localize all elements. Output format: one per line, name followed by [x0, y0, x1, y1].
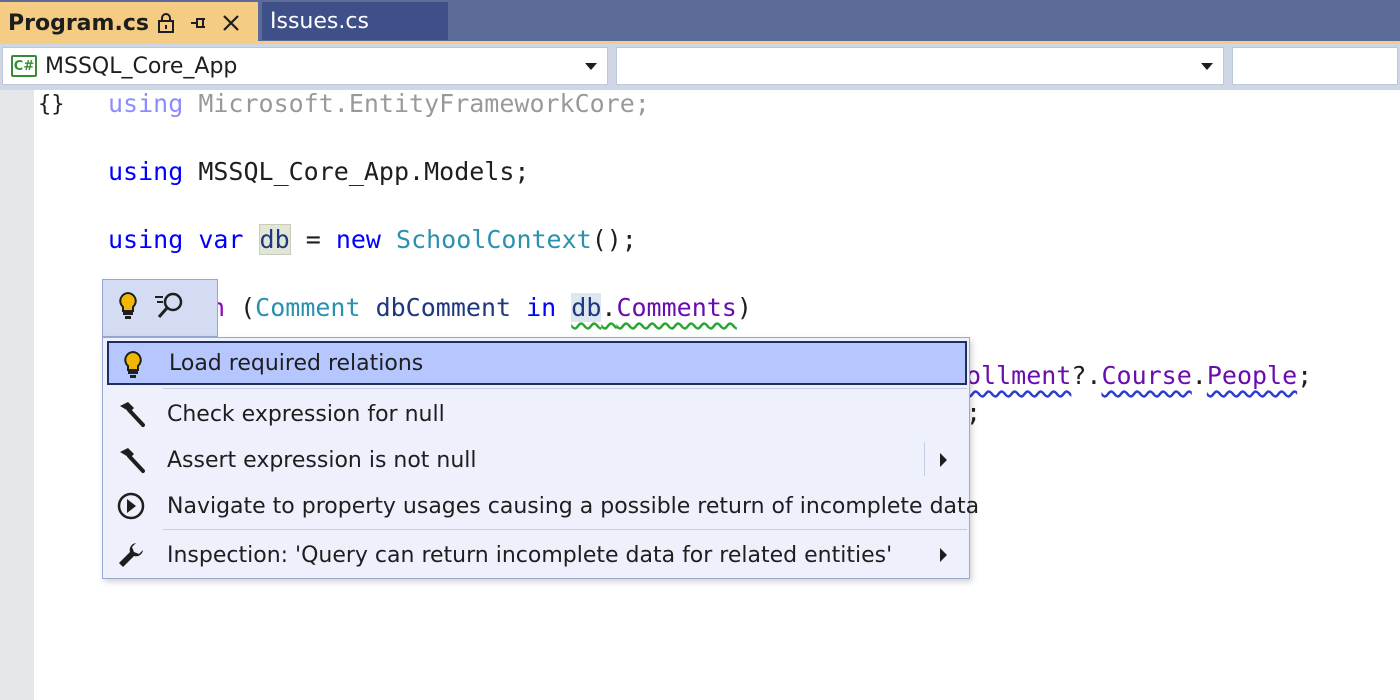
menu-item-label: Navigate to property usages causing a po…: [167, 493, 980, 519]
chevron-right-icon[interactable]: [940, 453, 947, 467]
quick-actions-menu: Load required relations Check expression…: [102, 337, 979, 579]
code-text: ();: [591, 225, 637, 254]
code-text: ?.: [1071, 361, 1102, 390]
keyword: in: [526, 293, 557, 322]
project-combo-value: MSSQL_Core_App: [45, 53, 238, 79]
menu-item-inspection[interactable]: Inspection: 'Query can return incomplete…: [107, 533, 967, 577]
member-combo[interactable]: [616, 47, 1224, 85]
menu-separator: [163, 388, 967, 389]
variable-db: db: [258, 224, 291, 255]
namespace-braces-icon: {}: [38, 92, 65, 117]
tab-issues-cs[interactable]: Issues.cs: [262, 2, 448, 40]
code-text: =: [290, 225, 336, 254]
variable-name: dbComment: [360, 293, 527, 322]
code-text: ): [736, 293, 752, 322]
menu-item-check-expression-for-null[interactable]: Check expression for null: [107, 392, 967, 436]
wrench-icon: [115, 540, 147, 570]
quick-actions-button[interactable]: [102, 279, 218, 337]
submenu-divider: [924, 442, 925, 476]
code-text: .: [1191, 361, 1207, 390]
keyword: using: [108, 157, 184, 186]
code-line-4: h (Comment dbComment in db.Comments): [210, 293, 752, 322]
pin-icon[interactable]: [189, 13, 209, 33]
navigation-bar: C# MSSQL_Core_App: [0, 44, 1400, 90]
menu-separator: [163, 529, 967, 530]
code-text: ;: [1297, 361, 1313, 390]
keyword: var: [198, 225, 244, 254]
menu-item-label: Inspection: 'Query can return incomplete…: [167, 542, 893, 568]
hammer-icon: [115, 445, 147, 475]
menu-item-label: Load required relations: [169, 350, 424, 376]
chevron-down-icon: [585, 63, 597, 70]
lock-icon: [157, 12, 175, 34]
variable-db: db: [571, 293, 602, 322]
code-line-1: using Microsoft.EntityFrameworkCore;: [108, 89, 650, 118]
chevron-down-icon: [1201, 63, 1213, 70]
keyword: new: [335, 225, 381, 254]
menu-item-assert-expression-not-null[interactable]: Assert expression is not null: [107, 438, 967, 482]
menu-item-navigate-to-property-usages[interactable]: Navigate to property usages causing a po…: [107, 484, 979, 528]
property-name: Course: [1101, 361, 1192, 390]
keyword: using: [108, 225, 184, 254]
csharp-icon: C#: [11, 55, 37, 77]
lightbulb-icon: [117, 350, 149, 380]
tab-title: Issues.cs: [270, 8, 369, 34]
menu-item-load-required-relations[interactable]: Load required relations: [107, 341, 967, 385]
property-name: People: [1206, 361, 1298, 390]
hammer-icon: [115, 399, 147, 429]
code-line-2: using MSSQL_Core_App.Models;: [108, 157, 529, 186]
property-name: ollment: [966, 361, 1072, 390]
search-usages-icon[interactable]: [153, 291, 185, 325]
chevron-right-icon[interactable]: [940, 548, 947, 562]
menu-item-label: Assert expression is not null: [167, 447, 477, 473]
code-text: (: [225, 293, 256, 322]
code-line-3: using var db = new SchoolContext();: [108, 224, 637, 255]
code-text: .: [601, 293, 617, 322]
editor-gutter: [0, 90, 34, 700]
lightbulb-icon: [117, 291, 139, 325]
project-combo[interactable]: C# MSSQL_Core_App: [2, 47, 608, 85]
third-combo[interactable]: [1232, 47, 1398, 85]
keyword: using: [108, 89, 184, 118]
type-name: SchoolContext: [396, 225, 592, 254]
type-name: Comment: [255, 293, 361, 322]
close-icon[interactable]: [221, 13, 241, 33]
code-text: Microsoft.EntityFrameworkCore;: [183, 89, 650, 118]
tab-title: Program.cs: [8, 10, 149, 36]
code-text: MSSQL_Core_App.Models;: [183, 157, 530, 186]
menu-item-label: Check expression for null: [167, 401, 445, 427]
code-line-5: ollment?.Course.People;: [966, 361, 1312, 390]
tab-program-cs[interactable]: Program.cs: [0, 2, 258, 44]
navigate-icon: [115, 491, 147, 521]
property-name: Comments: [616, 293, 737, 322]
